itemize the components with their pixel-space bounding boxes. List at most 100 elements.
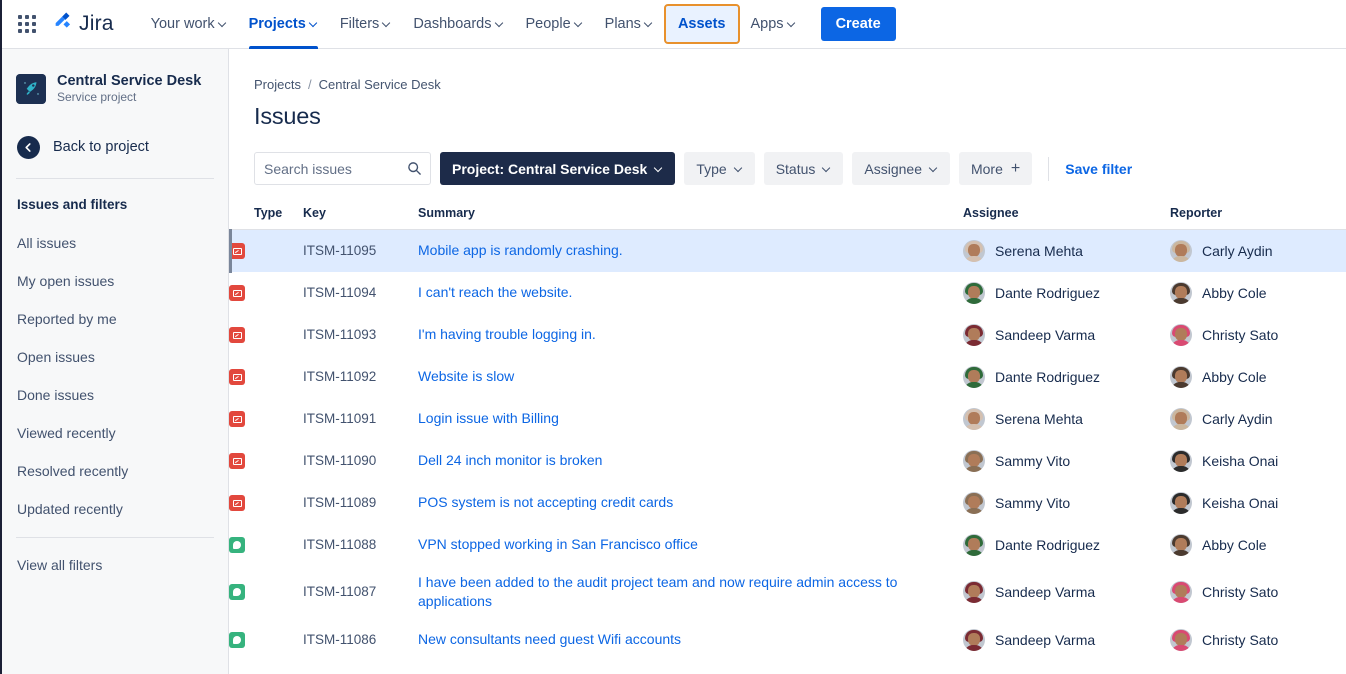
assignee-filter-button[interactable]: Assignee (852, 152, 950, 185)
issue-key-link[interactable]: ITSM-11091 (303, 411, 376, 426)
type-filter-button[interactable]: Type (684, 152, 754, 185)
nav-item-filters[interactable]: Filters (329, 0, 402, 49)
assignee[interactable]: Serena Mehta (963, 240, 1170, 262)
reporter[interactable]: Abby Cole (1170, 366, 1346, 388)
issue-summary-link[interactable]: POS system is not accepting credit cards (418, 493, 691, 512)
sidebar-item-done-issues[interactable]: Done issues (2, 376, 228, 414)
breadcrumb-projects[interactable]: Projects (254, 77, 301, 92)
column-header-key[interactable]: Key (303, 206, 418, 230)
sidebar-item-open-issues[interactable]: Open issues (2, 338, 228, 376)
sidebar-item-my-open-issues[interactable]: My open issues (2, 262, 228, 300)
project-header[interactable]: Central Service Desk Service project (2, 49, 228, 105)
nav-item-dashboards[interactable]: Dashboards (402, 0, 514, 49)
column-header-reporter[interactable]: Reporter (1170, 206, 1346, 230)
create-button[interactable]: Create (821, 7, 896, 41)
reporter[interactable]: Keisha Onai (1170, 450, 1346, 472)
issue-key-link[interactable]: ITSM-11087 (303, 584, 376, 599)
table-row[interactable]: ITSM-11089 POS system is not accepting cr… (229, 482, 1346, 524)
column-header-assignee[interactable]: Assignee (963, 206, 1170, 230)
issue-assignee-cell: Serena Mehta (963, 230, 1170, 272)
nav-item-plans[interactable]: Plans (594, 0, 664, 49)
search-input[interactable] (255, 153, 430, 184)
table-row[interactable]: ITSM-11092 Website is slow Dante Rodriguez… (229, 356, 1346, 398)
issue-key-link[interactable]: ITSM-11092 (303, 369, 376, 384)
nav-item-assets[interactable]: Assets (664, 4, 740, 44)
issue-key-link[interactable]: ITSM-11094 (303, 285, 376, 300)
table-row[interactable]: ITSM-11091 Login issue with Billing Serena… (229, 398, 1346, 440)
reporter[interactable]: Abby Cole (1170, 534, 1346, 556)
table-row[interactable]: ITSM-11086 New consultants need guest Wif… (229, 619, 1346, 661)
issue-key-link[interactable]: ITSM-11095 (303, 243, 376, 258)
sidebar-item-view-all-filters[interactable]: View all filters (2, 546, 228, 584)
sidebar-item-all-issues[interactable]: All issues (2, 224, 228, 262)
nav-item-projects[interactable]: Projects (238, 0, 329, 49)
issue-key-link[interactable]: ITSM-11093 (303, 327, 376, 342)
issue-summary-link[interactable]: VPN stopped working in San Francisco off… (418, 535, 716, 554)
table-row[interactable]: ITSM-11094 I can't reach the website. Dant… (229, 272, 1346, 314)
table-row[interactable]: ITSM-11090 Dell 24 inch monitor is broken… (229, 440, 1346, 482)
assignee[interactable]: Sammy Vito (963, 492, 1170, 514)
reporter[interactable]: Christy Sato (1170, 324, 1346, 346)
status-filter-button[interactable]: Status (764, 152, 844, 185)
reporter[interactable]: Carly Aydin (1170, 240, 1346, 262)
issue-summary-link[interactable]: Website is slow (418, 367, 532, 386)
assignee[interactable]: Sammy Vito (963, 450, 1170, 472)
sidebar-item-updated-recently[interactable]: Updated recently (2, 490, 228, 528)
back-to-project-link[interactable]: Back to project (2, 131, 228, 163)
sidebar-item-viewed-recently[interactable]: Viewed recently (2, 414, 228, 452)
search-issues-box[interactable] (254, 152, 431, 185)
assignee[interactable]: Dante Rodriguez (963, 282, 1170, 304)
table-row[interactable]: ITSM-11088 VPN stopped working in San Fra… (229, 524, 1346, 566)
assignee[interactable]: Sandeep Varma (963, 324, 1170, 346)
reporter[interactable]: Christy Sato (1170, 581, 1346, 603)
issue-key-link[interactable]: ITSM-11090 (303, 453, 376, 468)
issue-summary-cell: New consultants need guest Wifi accounts (418, 619, 963, 661)
nav-item-apps[interactable]: Apps (740, 0, 807, 49)
status-filter-label: Status (776, 161, 816, 177)
nav-item-your-work[interactable]: Your work (140, 0, 238, 49)
assignee-name: Dante Rodriguez (995, 285, 1100, 301)
nav-item-people[interactable]: People (515, 0, 594, 49)
issue-summary-link[interactable]: I'm having trouble logging in. (418, 325, 614, 344)
sidebar-item-resolved-recently[interactable]: Resolved recently (2, 452, 228, 490)
assignee[interactable]: Sandeep Varma (963, 629, 1170, 651)
issue-key-link[interactable]: ITSM-11088 (303, 537, 376, 552)
reporter[interactable]: Christy Sato (1170, 629, 1346, 651)
assignee[interactable]: Dante Rodriguez (963, 366, 1170, 388)
incident-icon (229, 411, 245, 427)
column-header-summary[interactable]: Summary (418, 206, 963, 230)
issue-summary-link[interactable]: Mobile app is randomly crashing. (418, 241, 641, 260)
table-row[interactable]: ITSM-11095 Mobile app is randomly crashin… (229, 230, 1346, 272)
project-filter-button[interactable]: Project: Central Service Desk (440, 152, 675, 185)
table-row[interactable]: ITSM-11087 I have been added to the audit… (229, 566, 1346, 619)
reporter[interactable]: Carly Aydin (1170, 408, 1346, 430)
nav-label: Plans (605, 16, 641, 32)
reporter[interactable]: Keisha Onai (1170, 492, 1346, 514)
reporter[interactable]: Abby Cole (1170, 282, 1346, 304)
issue-summary-link[interactable]: I can't reach the website. (418, 283, 590, 302)
issue-summary-link[interactable]: New consultants need guest Wifi accounts (418, 630, 699, 649)
issue-summary-link[interactable]: Dell 24 inch monitor is broken (418, 451, 620, 470)
incident-icon (229, 453, 245, 469)
issue-type-cell (229, 482, 303, 524)
column-header-type[interactable]: Type (229, 206, 303, 230)
assignee[interactable]: Sandeep Varma (963, 581, 1170, 603)
jira-home-link[interactable]: Jira (52, 11, 114, 38)
issue-assignee-cell: Dante Rodriguez (963, 272, 1170, 314)
issue-summary-link[interactable]: Login issue with Billing (418, 409, 577, 428)
assignee[interactable]: Serena Mehta (963, 408, 1170, 430)
issue-summary-link[interactable]: I have been added to the audit project t… (418, 573, 963, 611)
assignee[interactable]: Dante Rodriguez (963, 534, 1170, 556)
save-filter-link[interactable]: Save filter (1065, 161, 1132, 177)
assignee-name: Sammy Vito (995, 453, 1070, 469)
breadcrumb-current-project[interactable]: Central Service Desk (319, 77, 441, 92)
issue-key-link[interactable]: ITSM-11086 (303, 632, 376, 647)
more-filters-button[interactable]: More + (959, 152, 1032, 185)
issue-key-link[interactable]: ITSM-11089 (303, 495, 376, 510)
sidebar-item-reported-by-me[interactable]: Reported by me (2, 300, 228, 338)
arrow-left-circle-icon (17, 136, 40, 159)
grid-icon[interactable] (14, 11, 40, 37)
assignee-name: Serena Mehta (995, 411, 1083, 427)
assignee-name: Sandeep Varma (995, 584, 1095, 600)
table-row[interactable]: ITSM-11093 I'm having trouble logging in.… (229, 314, 1346, 356)
